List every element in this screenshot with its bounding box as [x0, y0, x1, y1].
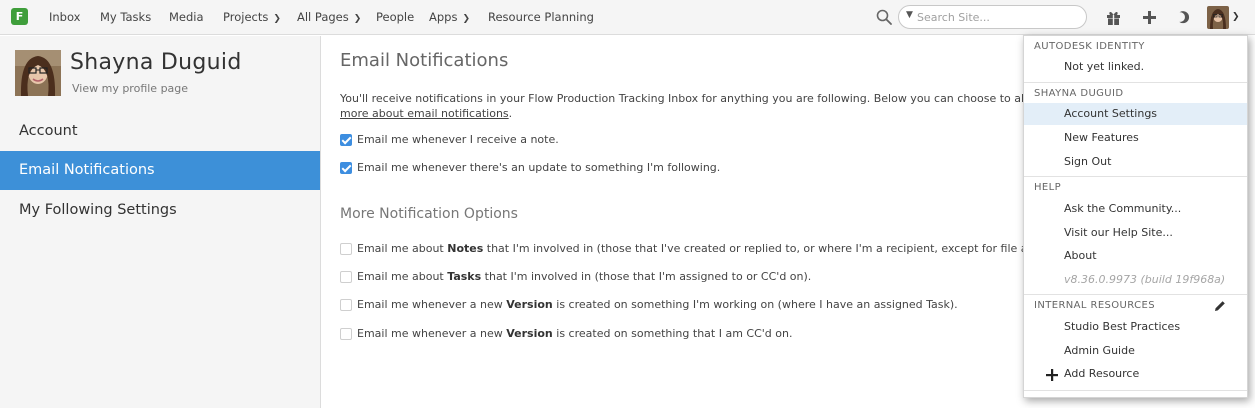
user-avatar[interactable] — [1207, 6, 1229, 29]
label-text: Email me whenever a new — [357, 327, 507, 340]
receive-note-checkbox[interactable] — [340, 134, 352, 146]
search-input[interactable] — [917, 9, 1081, 25]
menu-divider — [1024, 294, 1247, 295]
menu-divider — [1024, 82, 1247, 83]
version-working-label: Email me whenever a new Version is creat… — [357, 298, 958, 312]
app-logo-icon[interactable]: F — [11, 8, 28, 25]
nav-projects-label: Projects — [223, 10, 269, 24]
label-text: that I'm involved in (those that I've cr… — [483, 242, 1078, 255]
menu-item-new-features[interactable]: New Features — [1024, 127, 1247, 149]
chevron-down-icon: ❯ — [353, 14, 362, 24]
receive-note-label: Email me whenever I receive a note. — [357, 133, 559, 146]
version-ccd-checkbox[interactable] — [340, 328, 352, 340]
menu-item-account-settings[interactable]: Account Settings — [1024, 103, 1247, 125]
nav-inbox[interactable]: Inbox — [49, 0, 80, 35]
chevron-down-icon: ❯ — [273, 14, 281, 24]
section-internal-resources: INTERNAL RESOURCES — [1034, 300, 1155, 311]
nav-people[interactable]: People — [376, 0, 414, 35]
menu-divider — [1024, 390, 1247, 391]
intro-text: You'll receive notifications in your Flo… — [340, 91, 1067, 121]
sidebar-item-account[interactable]: Account — [0, 112, 320, 151]
gift-icon[interactable] — [1105, 9, 1122, 26]
autodesk-not-linked: Not yet linked. — [1064, 60, 1145, 73]
nav-apps[interactable]: Apps ❯ — [429, 0, 470, 35]
settings-sidebar: Shayna Duguid View my profile page Accou… — [0, 36, 321, 408]
nav-media[interactable]: Media — [169, 0, 204, 35]
email-notifications-help-link[interactable]: more about email notifications — [340, 107, 509, 120]
nav-apps-label: Apps — [429, 10, 458, 24]
chevron-down-icon[interactable]: ❯ — [1232, 12, 1240, 22]
profile-avatar[interactable] — [15, 50, 61, 96]
nav-all-pages-label: All Pages — [297, 10, 349, 24]
menu-item-help-site[interactable]: Visit our Help Site... — [1024, 222, 1247, 244]
label-bold: Version — [506, 327, 553, 340]
chevron-down-icon[interactable]: ▼ — [906, 10, 913, 20]
label-bold: Tasks — [447, 270, 482, 283]
menu-divider — [1024, 176, 1247, 177]
version-working-checkbox[interactable] — [340, 299, 352, 311]
sidebar-item-email-notifications[interactable]: Email Notifications — [0, 151, 320, 190]
view-profile-link[interactable]: View my profile page — [72, 82, 188, 95]
intro-period: . — [508, 107, 513, 120]
nav-resource-planning[interactable]: Resource Planning — [488, 0, 594, 35]
more-options-heading: More Notification Options — [340, 206, 518, 222]
search-field[interactable]: ▼ — [898, 5, 1087, 29]
search-icon[interactable] — [876, 9, 892, 25]
user-dropdown-menu: AUTODESK IDENTITY Not yet linked. SHAYNA… — [1023, 35, 1248, 398]
menu-item-sign-out[interactable]: Sign Out — [1024, 151, 1247, 173]
version-text: v8.36.0.9973 (build 19f968a) — [1064, 273, 1226, 286]
label-text: that I'm involved in (those that I'm ass… — [481, 270, 812, 283]
nav-my-tasks[interactable]: My Tasks — [100, 0, 151, 35]
tasks-involved-label: Email me about Tasks that I'm involved i… — [357, 270, 811, 284]
section-help: HELP — [1034, 182, 1062, 193]
label-text: is created on something that I am CC'd o… — [552, 327, 793, 340]
notes-involved-checkbox[interactable] — [340, 243, 352, 255]
sidebar-item-my-following-settings[interactable]: My Following Settings — [0, 191, 320, 230]
menu-item-studio-best-practices[interactable]: Studio Best Practices — [1024, 316, 1247, 338]
tasks-involved-checkbox[interactable] — [340, 271, 352, 283]
label-bold: Notes — [447, 242, 484, 255]
following-update-label: Email me whenever there's an update to s… — [357, 161, 721, 174]
plus-icon — [1046, 369, 1058, 381]
page-title: Email Notifications — [340, 50, 509, 71]
version-ccd-label: Email me whenever a new Version is creat… — [357, 327, 792, 341]
plus-icon[interactable] — [1141, 9, 1158, 26]
nav-projects[interactable]: Projects ❯ — [223, 0, 281, 35]
intro-paragraph: You'll receive notifications in your Flo… — [340, 92, 1067, 105]
section-user: SHAYNA DUGUID — [1034, 88, 1124, 99]
section-autodesk-identity: AUTODESK IDENTITY — [1034, 41, 1145, 52]
label-text: Email me about — [357, 242, 448, 255]
notes-involved-label: Email me about Notes that I'm involved i… — [357, 242, 1078, 256]
moon-icon[interactable] — [1175, 9, 1192, 26]
menu-item-ask-community[interactable]: Ask the Community... — [1024, 198, 1247, 220]
top-navigation-bar: F Inbox My Tasks Media Projects ❯ All Pag… — [0, 0, 1255, 35]
profile-name: Shayna Duguid — [70, 50, 242, 75]
chevron-down-icon: ❯ — [462, 14, 471, 24]
label-text: Email me whenever a new — [357, 298, 507, 311]
label-text: is created on something I'm working on (… — [552, 298, 958, 311]
pencil-icon[interactable] — [1214, 300, 1226, 312]
following-update-checkbox[interactable] — [340, 162, 352, 174]
label-text: Email me about — [357, 270, 448, 283]
menu-item-admin-guide[interactable]: Admin Guide — [1024, 340, 1247, 362]
nav-all-pages[interactable]: All Pages ❯ — [297, 0, 361, 35]
label-bold: Version — [506, 298, 553, 311]
menu-item-about[interactable]: About — [1024, 245, 1247, 267]
